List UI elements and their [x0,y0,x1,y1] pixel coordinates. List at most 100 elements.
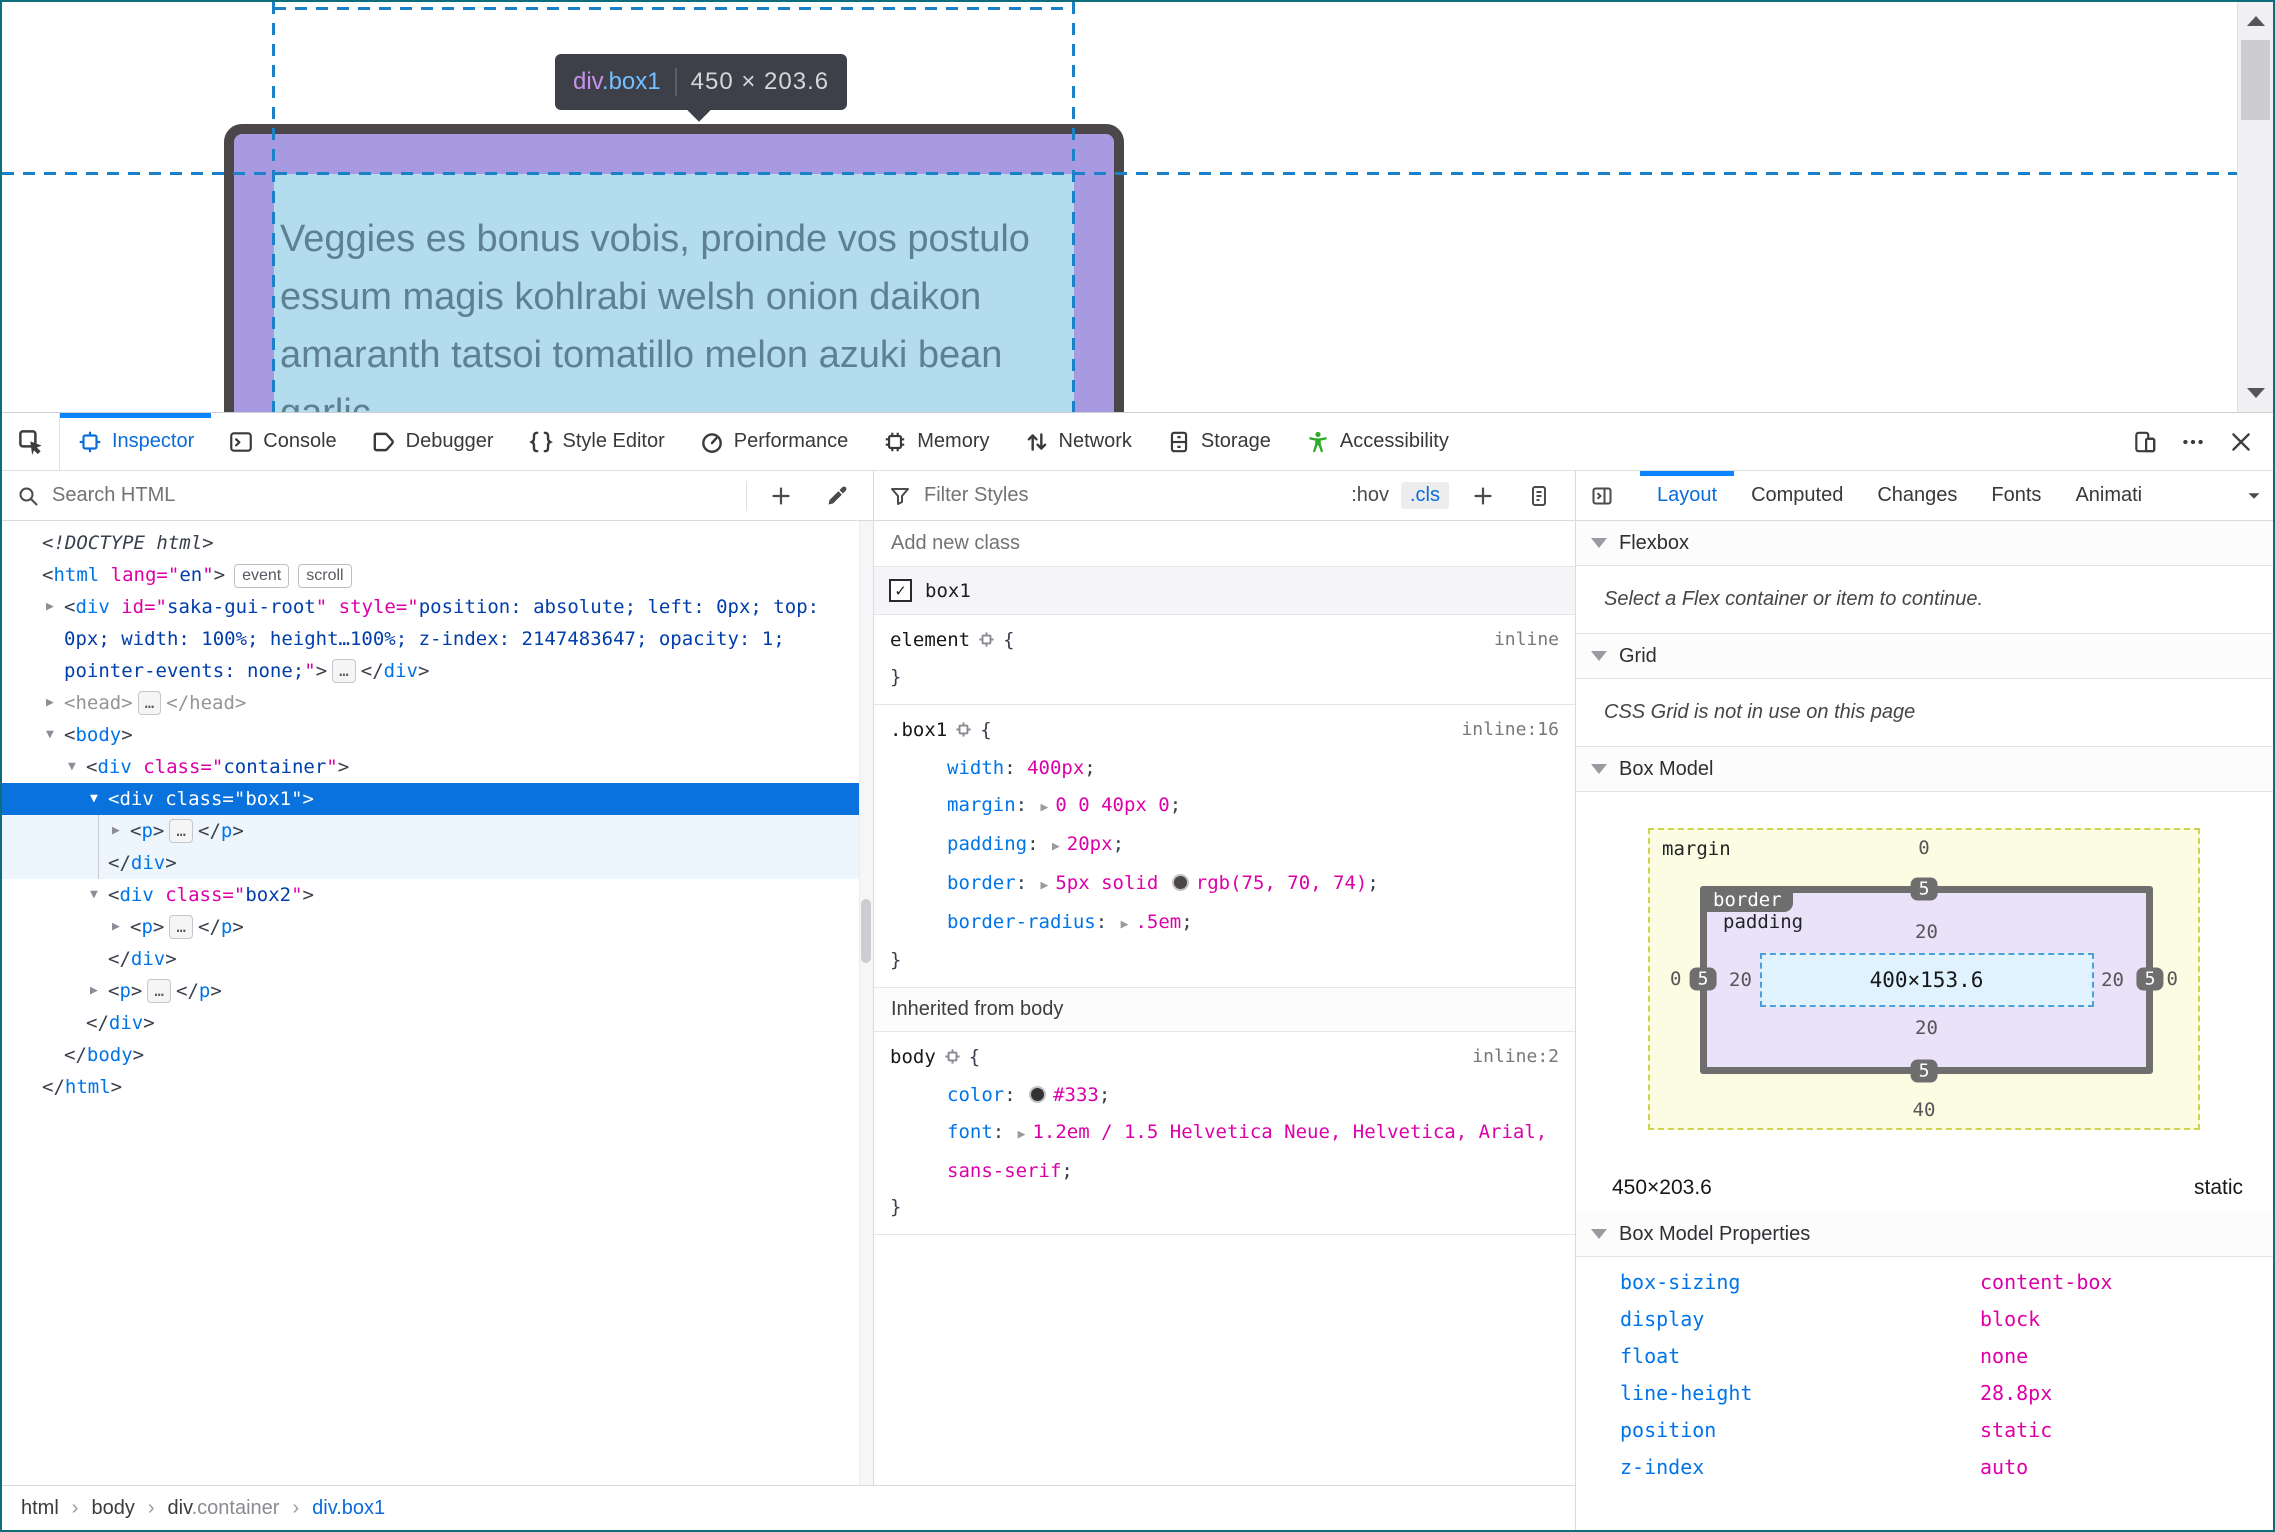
markup-node[interactable]: ▶ <head>… </head> [2,687,873,719]
expand-arrow-icon[interactable]: ▶ [112,815,120,847]
all-tabs-button[interactable] [2243,485,2273,507]
markup-node[interactable]: ▶ <p>… </p> [2,911,873,943]
sidebar-tab-fonts[interactable]: Fonts [1974,471,2058,520]
highlight-target-icon[interactable] [977,626,996,660]
rule-selector[interactable]: .box1 [890,719,947,741]
border-bottom-value[interactable]: 5 [1910,1059,1938,1083]
markup-node[interactable]: ▶ <p>… </p> [2,975,873,1007]
tab-inspector[interactable]: Inspector [60,413,212,470]
css-declaration[interactable]: border: ▶ 5px solid rgb(75, 70, 74); [890,865,1559,904]
tab-debugger[interactable]: Debugger [354,413,511,470]
rule-source-link[interactable]: inline:16 [1461,713,1559,747]
ellipsis-badge[interactable]: … [169,819,193,843]
margin-right-value[interactable]: 0 [2167,968,2178,990]
color-swatch[interactable] [1029,1086,1047,1103]
sidebar-tab-computed[interactable]: Computed [1734,471,1860,520]
scroll-down-icon[interactable] [2246,388,2265,398]
sidebar-tab-layout[interactable]: Layout [1640,471,1735,520]
node-picker-button[interactable] [2,413,60,470]
collapse-arrow-icon[interactable]: ▼ [46,719,54,751]
search-input-placeholder[interactable]: Search HTML [52,484,175,507]
markup-node[interactable]: ▼ <div class="box2"> [2,879,873,911]
markup-scrollbar[interactable] [859,521,873,1485]
add-node-button[interactable] [759,474,803,518]
ellipsis-badge[interactable]: … [147,979,171,1003]
tab-style-editor[interactable]: Style Editor [511,413,682,470]
highlight-target-icon[interactable] [954,716,973,750]
collapse-arrow-icon[interactable]: ▼ [90,879,98,911]
ellipsis-badge[interactable]: … [169,915,193,939]
markup-node[interactable]: ▶ <p>… </p> [2,815,873,847]
markup-search-bar[interactable]: Search HTML [2,471,874,520]
markup-node[interactable]: <html lang="en"> event scroll [2,559,873,591]
css-declaration[interactable]: padding: ▶ 20px; [890,826,1559,865]
scroll-up-icon[interactable] [2246,16,2265,26]
add-class-input[interactable]: Add new class [874,521,1575,567]
border-right-value[interactable]: 5 [2136,967,2164,991]
collapse-arrow-icon[interactable]: ▼ [68,751,76,783]
pseudo-class-toggle[interactable]: :hov [1351,484,1389,507]
scrollbar-thumb[interactable] [861,899,871,963]
markup-node[interactable]: <!DOCTYPE html> [2,527,873,559]
margin-left-value[interactable]: 0 [1670,968,1681,990]
css-declaration[interactable]: margin: ▶ 0 0 40px 0; [890,787,1559,826]
scroll-badge[interactable]: scroll [298,564,352,588]
css-declaration[interactable]: color: #333; [890,1077,1559,1114]
property-name[interactable]: z-index [1576,1455,1980,1479]
breadcrumb-item[interactable]: html [21,1497,59,1520]
ellipsis-badge[interactable]: … [332,659,356,683]
markup-node[interactable]: </div> [2,1007,873,1039]
event-badge[interactable]: event [234,564,290,588]
border-left-value[interactable]: 5 [1689,967,1717,991]
breadcrumb-item[interactable]: body [91,1497,134,1520]
tab-memory[interactable]: Memory [865,413,1006,470]
print-simulation-button[interactable] [1517,474,1561,518]
add-rule-button[interactable] [1461,474,1505,518]
filter-input-placeholder[interactable]: Filter Styles [924,484,1028,507]
margin-bottom-value[interactable]: 40 [1650,1099,2198,1121]
expand-arrow-icon[interactable]: ▶ [46,687,54,719]
markup-node[interactable]: </div> [2,847,873,879]
markup-node[interactable]: ▼ <body> [2,719,873,751]
responsive-mode-button[interactable] [2123,420,2167,464]
rule-selector[interactable]: element [890,629,970,651]
flexbox-section-header[interactable]: Flexbox [1576,521,2273,566]
content-box[interactable]: 400×153.6 [1759,953,2094,1007]
scrollbar-thumb[interactable] [2241,40,2270,120]
collapse-arrow-icon[interactable]: ▼ [90,783,98,815]
devtools-menu-button[interactable] [2171,420,2215,464]
padding-bottom-value[interactable]: 20 [1707,1017,2146,1039]
css-declaration[interactable]: font: ▶ 1.2em / 1.5 Helvetica Neue, Helve… [890,1114,1559,1190]
class-checkbox[interactable]: ✓ [889,579,912,602]
styles-filter-bar[interactable]: Filter Styles :hov .cls [874,471,1576,520]
tab-console[interactable]: Console [211,413,353,470]
rule-source-link[interactable]: inline [1494,623,1559,657]
markup-node[interactable]: ▼ <div class="box1"> [2,783,873,815]
property-name[interactable]: box-sizing [1576,1270,1980,1294]
ellipsis-badge[interactable]: … [137,691,162,715]
css-declaration[interactable]: width: 400px; [890,750,1559,787]
margin-top-value[interactable]: 0 [1650,837,2198,859]
markup-node[interactable]: </body> [2,1039,873,1071]
close-devtools-button[interactable] [2219,420,2263,464]
eyedropper-button[interactable] [815,474,859,518]
page-scrollbar[interactable] [2237,2,2273,412]
class-panel-toggle[interactable]: .cls [1401,482,1449,509]
tab-network[interactable]: Network [1007,413,1149,470]
expand-arrow-icon[interactable]: ▶ [90,975,98,1007]
tab-performance[interactable]: Performance [682,413,866,470]
padding-left-value[interactable]: 20 [1729,969,1752,991]
border-top-value[interactable]: 5 [1910,877,1938,901]
tab-storage[interactable]: Storage [1149,413,1288,470]
grid-section-header[interactable]: Grid [1576,634,2273,679]
sidebar-tab-changes[interactable]: Changes [1860,471,1974,520]
markup-node[interactable]: ▶ <div id="saka-gui-root" style="position… [2,591,873,687]
padding-right-value[interactable]: 20 [2101,969,2124,991]
markup-node[interactable]: ▼ <div class="container"> [2,751,873,783]
sidebar-expand-button[interactable] [1576,471,1628,520]
boxmodel-properties-header[interactable]: Box Model Properties [1576,1212,2273,1257]
expand-arrow-icon[interactable]: ▶ [112,911,120,943]
breadcrumb-item[interactable]: div.container [168,1497,280,1520]
color-swatch[interactable] [1171,874,1189,891]
property-name[interactable]: float [1576,1344,1980,1368]
